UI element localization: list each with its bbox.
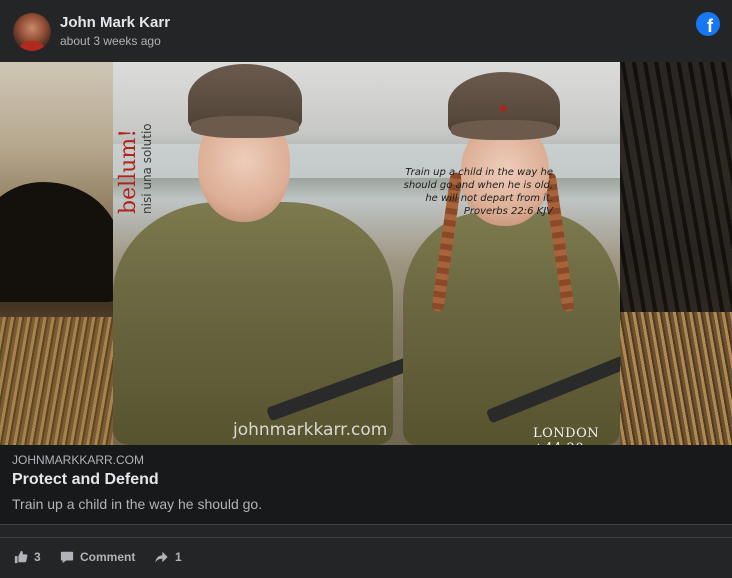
bible-verse: Train up a child in the way he should go… [403, 167, 553, 217]
like-button[interactable]: 3 [14, 550, 41, 564]
phone-number: LONDON +44 20 3529 5894 [533, 426, 600, 445]
link-preview[interactable]: JOHNMARKKARR.COM Protect and Defend Trai… [0, 445, 732, 525]
tree-silhouettes [620, 62, 732, 312]
girl-hat-brim [451, 120, 557, 140]
comment-label: Comment [80, 550, 136, 564]
brand-sub: nisi una solutio [140, 123, 154, 214]
wheat-field [0, 317, 113, 445]
post-timestamp[interactable]: about 3 weeks ago [60, 34, 161, 48]
website-watermark: johnmarkkarr.com [233, 420, 388, 440]
post-image[interactable]: ★ Train up a child in the way he should … [0, 62, 732, 445]
action-bar: 3 Comment 1 [0, 537, 732, 578]
post-header: John Mark Karr about 3 weeks ago f [0, 0, 732, 62]
facebook-icon[interactable]: f [696, 12, 720, 36]
author-avatar[interactable] [13, 13, 51, 51]
share-button[interactable]: 1 [154, 550, 182, 564]
tree-silhouette [0, 182, 120, 302]
thumbs-up-icon [14, 550, 28, 564]
link-domain: JOHNMARKKARR.COM [12, 453, 145, 467]
comment-icon [60, 551, 74, 564]
wheat-field [620, 312, 732, 445]
like-count: 3 [34, 550, 41, 564]
link-title: Protect and Defend [12, 471, 159, 488]
share-count: 1 [175, 550, 182, 564]
avatar-shirt [19, 41, 45, 51]
brand-logo: bellum! nisi una solutio [116, 64, 154, 214]
boy-coat [113, 202, 393, 445]
girl-figure: ★ [403, 62, 620, 445]
image-right-blur [620, 62, 732, 445]
author-name[interactable]: John Mark Karr [60, 14, 170, 31]
link-description: Train up a child in the way he should go… [12, 496, 263, 512]
comment-button[interactable]: Comment [60, 550, 135, 564]
share-icon [155, 551, 168, 563]
red-star-badge: ★ [497, 100, 510, 116]
facebook-post: John Mark Karr about 3 weeks ago f ★ Tra… [0, 0, 732, 578]
brand-main: bellum! [116, 128, 141, 214]
boy-hat-brim [191, 116, 299, 138]
image-left-blur [0, 62, 120, 445]
photo: ★ Train up a child in the way he should … [113, 62, 620, 445]
boy-figure [113, 62, 440, 445]
